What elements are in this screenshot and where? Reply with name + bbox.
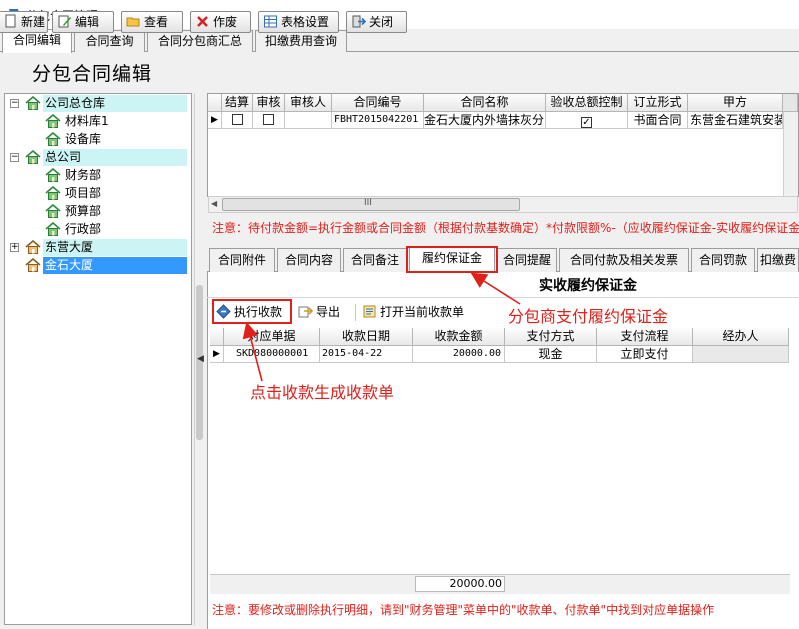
column-header[interactable]: 支付方式 bbox=[505, 328, 597, 346]
deposit-total: 20000.00 bbox=[415, 576, 505, 592]
column-header[interactable]: 收款日期 bbox=[320, 328, 413, 346]
contract-grid-vscroll[interactable] bbox=[783, 112, 798, 196]
tree-node-7[interactable]: 行政部 bbox=[63, 221, 103, 238]
tree-node-1[interactable]: 材料库1 bbox=[63, 113, 111, 130]
edit-notice: 注意：要修改或删除执行明细，请到"财务管理"菜单中的"收款单、付款单"中找到对应… bbox=[212, 603, 715, 617]
red-x-icon bbox=[195, 14, 210, 29]
tab-deduction-query[interactable]: 扣缴费用查询 bbox=[255, 30, 347, 52]
grid-corner bbox=[210, 328, 224, 346]
page-title-ghost: 分包合同编辑 bbox=[32, 63, 153, 85]
tree-expander-icon[interactable]: + bbox=[10, 243, 19, 252]
column-header[interactable]: 对应单据 bbox=[224, 328, 320, 346]
column-header[interactable]: 订立形式 bbox=[628, 94, 688, 112]
close-button[interactable]: 关闭 bbox=[346, 11, 407, 33]
receipt-date-cell[interactable]: 2015-04-22 bbox=[320, 346, 413, 363]
tab-contract-query[interactable]: 合同查询 bbox=[74, 30, 145, 52]
receipt-annotation: 点击收款生成收款单 bbox=[250, 383, 395, 402]
contract-form-cell[interactable]: 书面合同 bbox=[628, 112, 688, 129]
open-receipt-button[interactable]: 打开当前收款单 bbox=[362, 302, 464, 322]
row-marker-icon: ▶ bbox=[210, 346, 224, 363]
house-icon bbox=[45, 167, 61, 182]
exit-icon bbox=[351, 14, 367, 29]
payment-method-cell[interactable]: 现金 bbox=[505, 346, 597, 363]
grid-header-filler bbox=[783, 94, 798, 112]
divider bbox=[207, 297, 799, 298]
contract-code-cell[interactable]: FBHT2015042201 bbox=[332, 112, 424, 129]
view-button[interactable]: 查看 bbox=[121, 11, 183, 33]
column-header[interactable]: 审核 bbox=[253, 94, 285, 112]
tree-expander-icon[interactable]: − bbox=[10, 153, 19, 162]
tab-detail-2[interactable]: 合同备注 bbox=[343, 248, 407, 272]
scroll-grip: III bbox=[364, 198, 372, 208]
deposit-section-title: 实收履约保证金 bbox=[539, 278, 637, 294]
row-marker-icon: ▶ bbox=[208, 112, 222, 129]
column-header[interactable]: 合同编号 bbox=[332, 94, 424, 112]
tab-detail-3[interactable]: 履约保证金 bbox=[409, 246, 495, 273]
edit-button[interactable]: 编辑 bbox=[52, 11, 114, 33]
tree-node-5[interactable]: 项目部 bbox=[63, 185, 103, 202]
execute-receipt-button[interactable]: 执行收款 bbox=[216, 302, 282, 322]
column-header[interactable]: 验收总额控制 bbox=[546, 94, 628, 112]
column-header[interactable]: 甲方 bbox=[688, 94, 783, 112]
toolbar-separator bbox=[355, 304, 356, 321]
house-icon bbox=[45, 185, 61, 200]
column-header[interactable]: 结算 bbox=[222, 94, 253, 112]
audited-checkbox[interactable] bbox=[253, 112, 285, 129]
receipt-amount-cell[interactable]: 20000.00 bbox=[413, 346, 505, 363]
column-header[interactable]: 合同名称 bbox=[424, 94, 546, 112]
tab-subcontractor-summary[interactable]: 合同分包商汇总 bbox=[147, 30, 253, 52]
execute-icon bbox=[216, 304, 231, 319]
tree-node-8[interactable]: 东营大厦 bbox=[43, 239, 187, 256]
deposit-grid bbox=[210, 327, 790, 597]
deposit-annotation: 分包商支付履约保证金 bbox=[508, 307, 669, 326]
receipt-doc-cell[interactable]: SKD080000001 bbox=[224, 346, 320, 363]
tree-node-3[interactable]: 总公司 bbox=[43, 149, 187, 166]
grid-corner bbox=[208, 94, 222, 112]
table-settings-button[interactable]: 表格设置 bbox=[258, 11, 339, 33]
new-doc-icon bbox=[3, 14, 18, 29]
tab-detail-5[interactable]: 合同付款及相关发票 bbox=[559, 248, 689, 272]
void-button[interactable]: 作废 bbox=[190, 11, 251, 33]
export-button[interactable]: 导出 bbox=[298, 302, 340, 322]
new-button[interactable]: 新建 bbox=[0, 11, 48, 33]
export-icon bbox=[298, 304, 314, 319]
house-icon bbox=[25, 149, 41, 164]
tab-detail-4[interactable]: 合同提醒 bbox=[497, 248, 557, 272]
handler-cell[interactable] bbox=[693, 346, 789, 363]
tab-detail-1[interactable]: 合同内容 bbox=[277, 248, 341, 272]
building-icon bbox=[25, 239, 41, 254]
folder-open-icon bbox=[126, 14, 141, 29]
tab-detail-0[interactable]: 合同附件 bbox=[209, 248, 275, 272]
tree-node-4[interactable]: 财务部 bbox=[63, 167, 103, 184]
column-header[interactable]: 支付流程 bbox=[597, 328, 693, 346]
contract-name-cell[interactable]: 金石大厦内外墙抹灰分 bbox=[424, 112, 546, 129]
tree-node-2[interactable]: 设备库 bbox=[63, 131, 103, 148]
payment-formula-notice: 注意：待付款金额=执行金额或合同金额（根据付款基数确定）*付款限额%-（应收履约… bbox=[212, 221, 799, 235]
settled-checkbox[interactable] bbox=[222, 112, 253, 129]
collapse-splitter-icon[interactable]: ◀ bbox=[197, 354, 204, 364]
tree-node-0[interactable]: 公司总仓库 bbox=[43, 95, 187, 112]
column-header[interactable]: 经办人 bbox=[693, 328, 789, 346]
house-icon bbox=[45, 113, 61, 128]
edit-icon bbox=[57, 14, 72, 29]
tree-node-6[interactable]: 预算部 bbox=[63, 203, 103, 220]
house-icon bbox=[45, 203, 61, 218]
tree-expander-icon[interactable]: − bbox=[10, 99, 19, 108]
house-icon bbox=[45, 221, 61, 236]
column-header[interactable]: 收款金额 bbox=[413, 328, 505, 346]
table-settings-icon bbox=[263, 14, 278, 29]
tab-detail-6[interactable]: 合同罚款 bbox=[691, 248, 755, 272]
acceptance-checkbox[interactable] bbox=[546, 112, 628, 129]
column-header[interactable]: 审核人 bbox=[285, 94, 332, 112]
party-a-cell[interactable]: 东营金石建筑安装 bbox=[688, 112, 783, 129]
scroll-left-icon[interactable]: ◀ bbox=[211, 199, 217, 208]
house-icon bbox=[25, 95, 41, 110]
auditor-cell[interactable] bbox=[285, 112, 332, 129]
house-icon bbox=[45, 131, 61, 146]
payment-flow-cell[interactable]: 立即支付 bbox=[597, 346, 693, 363]
open-receipt-icon bbox=[362, 304, 377, 319]
tree-node-9[interactable]: 金石大厦 bbox=[43, 257, 187, 274]
tab-detail-7[interactable]: 扣缴费 bbox=[757, 248, 799, 272]
building-icon bbox=[25, 257, 41, 272]
